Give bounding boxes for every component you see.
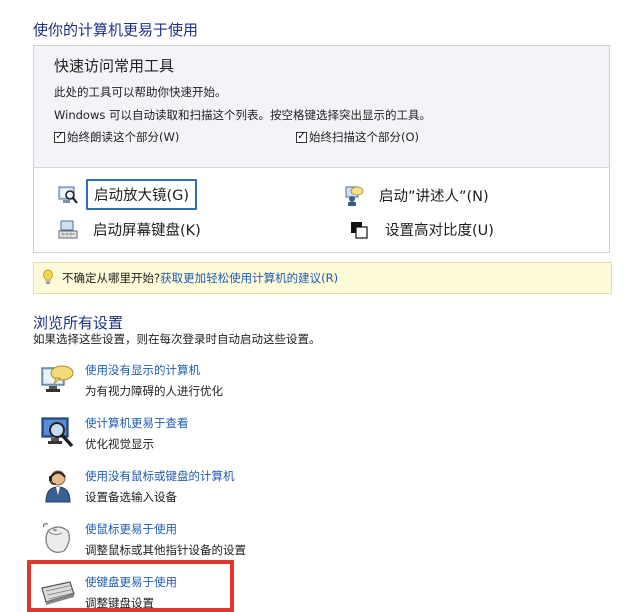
- start-osk-button[interactable]: 启动屏幕键盘(K): [86, 215, 208, 244]
- person-headset-icon: [40, 468, 76, 504]
- set-high-contrast-tool[interactable]: 设置高对比度(U): [347, 215, 501, 244]
- setting-item-no-display: 使用没有显示的计算机 为有视力障碍的人进行优化: [40, 362, 340, 406]
- start-narrator-button[interactable]: 启动”讲述人”(N): [372, 181, 496, 210]
- start-narrator-tool[interactable]: 启动”讲述人”(N): [342, 181, 496, 210]
- setting-item-no-mouse-keyboard: 使用没有鼠标或键盘的计算机 设置备选输入设备: [40, 468, 340, 512]
- monitor-magnifier-icon: [40, 415, 76, 451]
- hint-prefix: 不确定从哪里开始?: [62, 271, 161, 285]
- set-high-contrast-button[interactable]: 设置高对比度(U): [378, 215, 501, 244]
- monitor-speech-icon: [40, 362, 76, 398]
- start-magnifier-tool[interactable]: 启动放大镜(G): [56, 179, 198, 210]
- setting-desc-keyboard: 调整键盘设置: [85, 596, 154, 610]
- always-read-checkbox[interactable]: ✓ 始终朗读这个部分(W): [54, 129, 179, 145]
- always-read-label: 始终朗读这个部分(W): [67, 130, 180, 144]
- keyboard-icon: [40, 574, 76, 610]
- start-magnifier-button[interactable]: 启动放大镜(G): [86, 179, 198, 210]
- setting-desc-mouse: 调整鼠标或其他指针设备的设置: [85, 543, 246, 557]
- setting-desc-easier-to-see: 优化视觉显示: [85, 437, 154, 451]
- checkbox-checked-icon: ✓: [296, 131, 307, 143]
- quick-access-line2: Windows 可以自动读取和扫描这个列表。按空格键选择突出显示的工具。: [54, 108, 431, 122]
- setting-item-easier-to-see: 使计算机更易于查看 优化视觉显示: [40, 415, 340, 459]
- browse-settings-title: 浏览所有设置: [33, 314, 124, 332]
- start-osk-tool[interactable]: 启动屏幕键盘(K): [56, 215, 208, 244]
- magnifier-icon: [56, 183, 80, 207]
- setting-desc-no-display: 为有视力障碍的人进行优化: [85, 384, 223, 398]
- always-scan-label: 始终扫描这个部分(O): [309, 130, 420, 144]
- high-contrast-icon: [347, 218, 371, 242]
- hint-suggestions-link[interactable]: 获取更加轻松使用计算机的建议(R): [160, 270, 338, 286]
- checkbox-checked-icon: ✓: [54, 131, 65, 143]
- setting-link-easier-to-see[interactable]: 使计算机更易于查看: [85, 415, 189, 431]
- browse-settings-description: 如果选择这些设置，则在每次登录时自动启动这些设置。: [33, 332, 321, 346]
- quick-access-header: 快速访问常用工具 此处的工具可以帮助你快速开始。 Windows 可以自动读取和…: [34, 46, 609, 168]
- hint-bar: 不确定从哪里开始? 获取更加轻松使用计算机的建议(R): [33, 262, 612, 294]
- setting-item-mouse: 使鼠标更易于使用 调整鼠标或其他指针设备的设置: [40, 521, 340, 565]
- quick-access-panel: 快速访问常用工具 此处的工具可以帮助你快速开始。 Windows 可以自动读取和…: [33, 45, 610, 253]
- narrator-icon: [342, 184, 366, 208]
- setting-link-no-mouse-keyboard[interactable]: 使用没有鼠标或键盘的计算机: [85, 468, 235, 484]
- quick-access-line1: 此处的工具可以帮助你快速开始。: [54, 85, 227, 99]
- lightbulb-icon: [42, 269, 54, 288]
- setting-desc-no-mouse-keyboard: 设置备选输入设备: [85, 490, 177, 504]
- ease-of-access-center: 使你的计算机更易于使用 快速访问常用工具 此处的工具可以帮助你快速开始。 Win…: [0, 0, 627, 612]
- quick-access-heading: 快速访问常用工具: [54, 57, 175, 75]
- on-screen-keyboard-icon: [56, 218, 80, 242]
- setting-link-mouse[interactable]: 使鼠标更易于使用: [85, 521, 177, 537]
- always-scan-checkbox[interactable]: ✓ 始终扫描这个部分(O): [296, 129, 419, 145]
- setting-link-no-display[interactable]: 使用没有显示的计算机: [85, 362, 200, 378]
- setting-link-keyboard[interactable]: 使键盘更易于使用: [85, 574, 177, 590]
- setting-item-keyboard: 使键盘更易于使用 调整键盘设置: [40, 574, 340, 612]
- mouse-icon: [40, 521, 76, 557]
- page-title: 使你的计算机更易于使用: [33, 21, 199, 39]
